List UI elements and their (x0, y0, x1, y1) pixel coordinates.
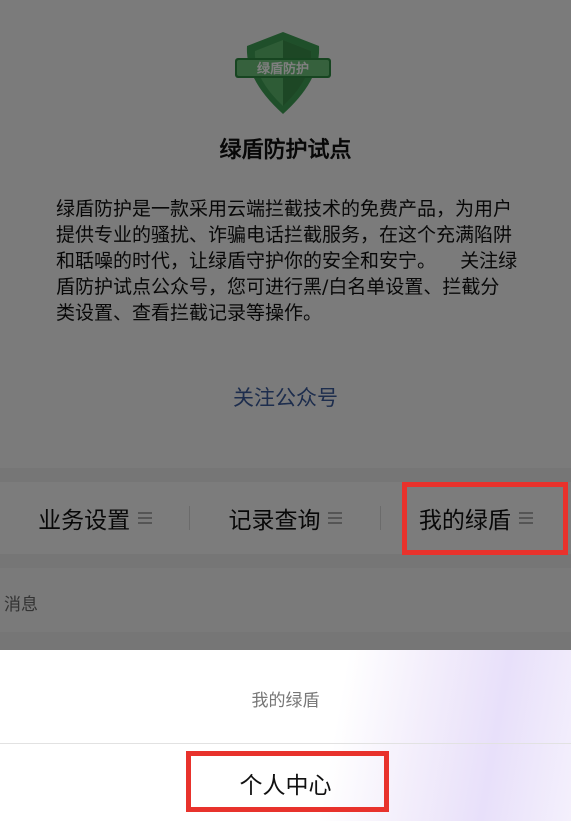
highlight-frame (402, 482, 568, 555)
highlight-frame (186, 751, 389, 812)
action-sheet-title: 我的绿盾 (251, 691, 320, 711)
